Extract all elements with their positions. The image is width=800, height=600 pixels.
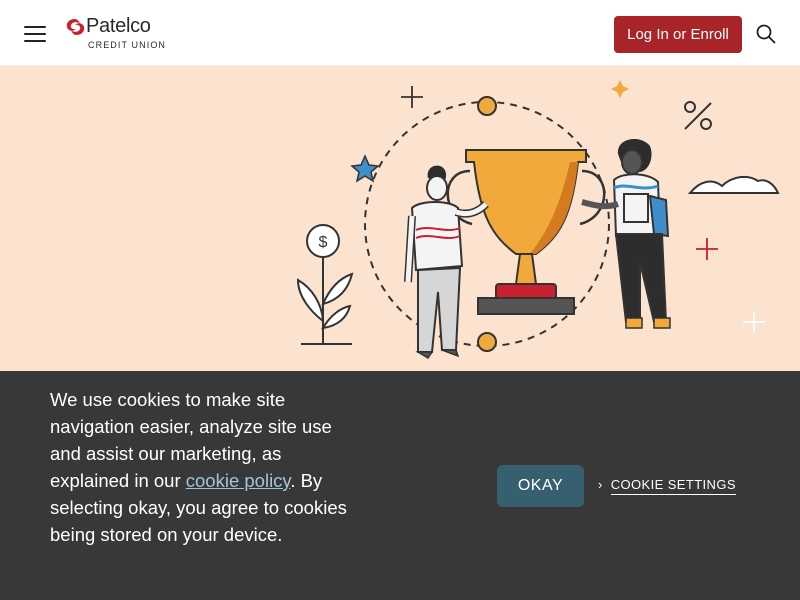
money-plant-icon: $ xyxy=(296,224,354,345)
cookie-settings-button[interactable]: › COOKIE SETTINGS xyxy=(598,477,736,497)
trophy-icon xyxy=(446,149,606,315)
sparkle-icon xyxy=(611,80,629,98)
logo-wordmark: Patelco xyxy=(86,15,151,37)
plus-mark-icon xyxy=(401,86,423,108)
plus-mark-white-icon xyxy=(743,311,765,333)
plus-mark-red-icon xyxy=(696,238,718,260)
cookie-message: We use cookies to make site navigation e… xyxy=(50,386,350,548)
hamburger-menu-icon[interactable] xyxy=(24,26,46,42)
hero-banner: $ xyxy=(0,66,800,372)
coin-symbol: $ xyxy=(319,234,328,251)
orbit-dot-top xyxy=(477,96,497,116)
cloud-icon xyxy=(687,175,780,194)
cookie-policy-link[interactable]: cookie policy xyxy=(186,470,291,491)
logo-subtitle: CREDIT UNION xyxy=(88,40,167,50)
orbit-dot-bottom xyxy=(477,332,497,352)
cookie-consent-banner: We use cookies to make site navigation e… xyxy=(0,371,800,600)
search-icon[interactable] xyxy=(756,24,776,44)
site-header: Patelco CREDIT UNION Log In or Enroll xyxy=(0,0,800,66)
logo-swirl-icon xyxy=(66,19,85,35)
okay-button[interactable]: OKAY xyxy=(497,465,584,507)
trophy-people-illustration: $ xyxy=(296,80,780,360)
cookie-settings-label: COOKIE SETTINGS xyxy=(610,477,736,495)
percent-icon xyxy=(684,101,712,130)
login-enroll-button[interactable]: Log In or Enroll xyxy=(614,16,742,53)
chevron-right-icon: › xyxy=(598,477,603,492)
